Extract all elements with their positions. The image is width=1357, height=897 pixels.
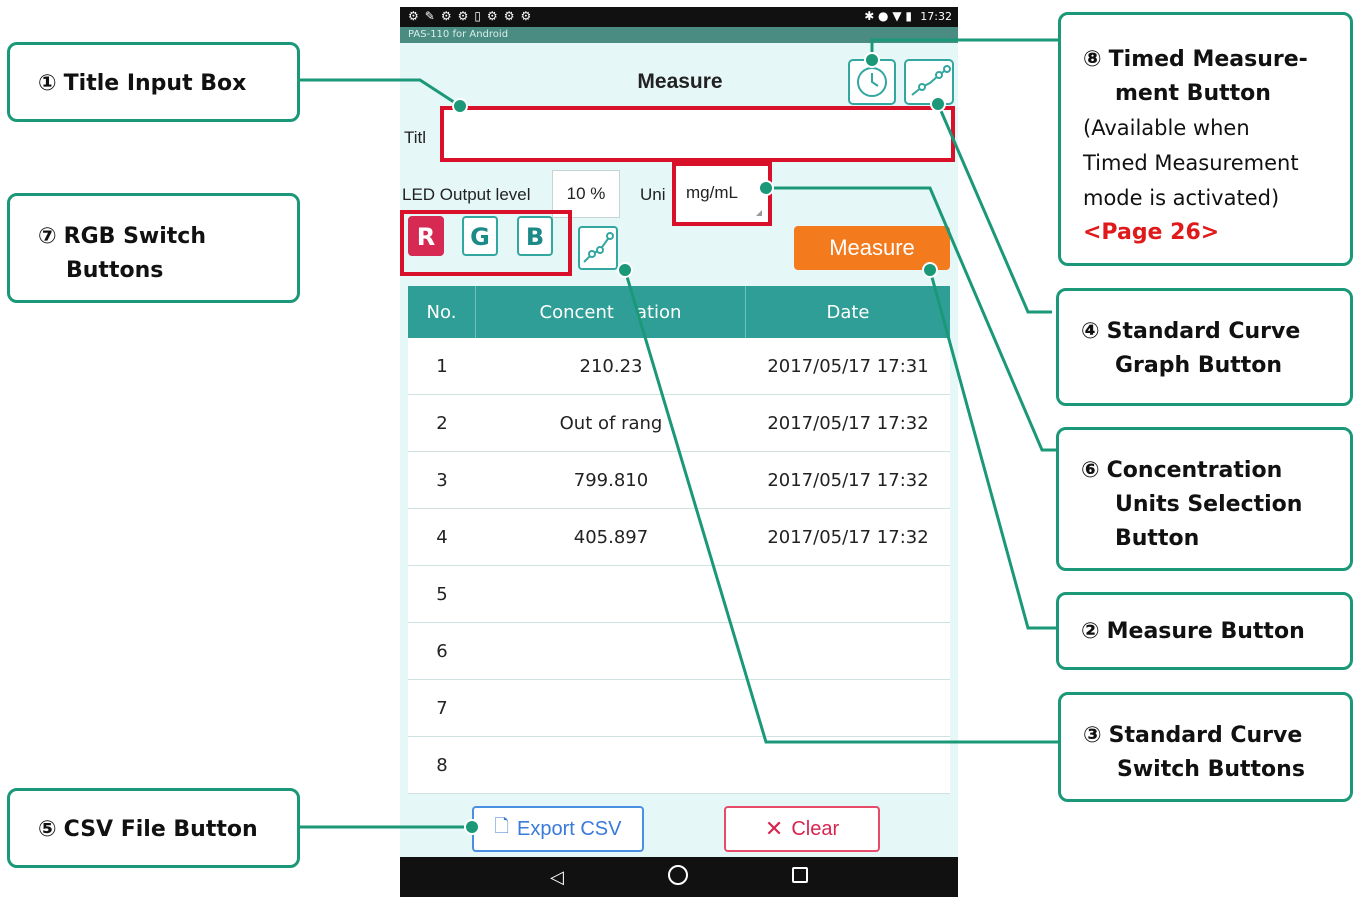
callout-rgb-switch: ⑦ RGB Switch Buttons xyxy=(7,193,300,303)
callout-line2: Buttons xyxy=(66,258,164,283)
dot-curve-switch xyxy=(617,262,633,278)
connector-timed xyxy=(870,38,1060,60)
dot-measure xyxy=(922,262,938,278)
connector-title xyxy=(300,78,461,108)
callout-number: ② xyxy=(1081,619,1100,644)
callout-timed-measurement: ⑧ Timed Measure- ment Button (Available … xyxy=(1058,12,1353,266)
callout-title-input: ① Title Input Box xyxy=(7,42,300,122)
callout-line5: mode is activated) xyxy=(1083,186,1280,210)
callout-number: ③ xyxy=(1083,723,1102,748)
connector-units xyxy=(766,186,1056,452)
callout-standard-curve-switch: ③ Standard Curve Switch Buttons xyxy=(1058,692,1353,802)
dot-timed xyxy=(864,52,880,68)
callout-line2: Switch Buttons xyxy=(1117,757,1305,782)
callout-units-selection: ⑥ Concentration Units Selection Button xyxy=(1056,427,1353,571)
callout-line2: ment Button xyxy=(1115,81,1271,106)
callout-number: ⑧ xyxy=(1083,47,1102,72)
callout-text: Measure Button xyxy=(1106,619,1305,644)
callout-number: ⑤ xyxy=(38,817,57,842)
callout-number: ⑦ xyxy=(38,224,57,249)
callout-line2: Graph Button xyxy=(1115,353,1283,378)
callout-number: ⑥ xyxy=(1081,458,1100,483)
callout-line3: (Available when xyxy=(1083,116,1250,140)
callout-line1: Standard Curve xyxy=(1108,723,1303,748)
callout-line1: Concentration xyxy=(1106,458,1283,483)
callout-line4: Timed Measurement xyxy=(1083,151,1299,175)
callout-line2: Units Selection xyxy=(1115,492,1303,517)
connector-measure xyxy=(928,269,1056,630)
page-reference-link[interactable]: <Page 26> xyxy=(1083,220,1219,245)
callout-text: Title Input Box xyxy=(63,71,247,96)
dot-units xyxy=(758,180,774,196)
dot-csv xyxy=(464,819,480,835)
callout-line1: RGB Switch xyxy=(63,224,206,249)
callout-standard-curve-graph: ④ Standard Curve Graph Button xyxy=(1056,288,1353,406)
callout-text: CSV File Button xyxy=(63,817,258,842)
callout-line1: Standard Curve xyxy=(1106,319,1301,344)
callout-number: ④ xyxy=(1081,319,1100,344)
dot-graph xyxy=(930,96,946,112)
callout-line1: Timed Measure- xyxy=(1108,47,1308,72)
dot-title xyxy=(452,98,468,114)
connector-graph xyxy=(936,103,1052,314)
callout-csv-file: ⑤ CSV File Button xyxy=(7,788,300,868)
callout-measure-button: ② Measure Button xyxy=(1056,592,1353,670)
callout-line3: Button xyxy=(1115,526,1200,551)
callout-number: ① xyxy=(38,71,57,96)
